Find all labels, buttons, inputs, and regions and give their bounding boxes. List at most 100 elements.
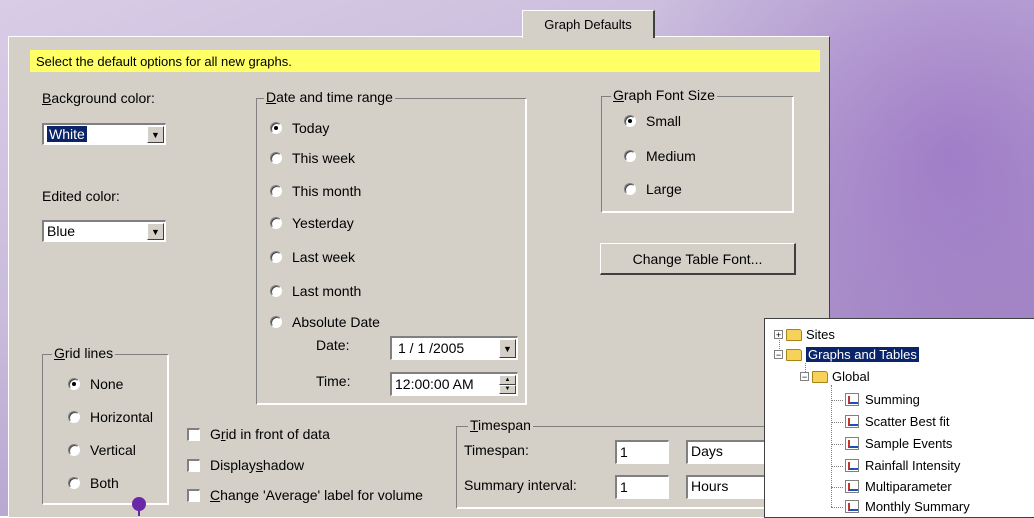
radio-label: Last week xyxy=(292,249,356,265)
instruction-bar: Select the default options for all new g… xyxy=(30,50,820,72)
radio-button-icon[interactable] xyxy=(68,411,80,423)
change-average-label-checkbox[interactable]: Change 'Average' label for volume xyxy=(187,487,423,503)
radio-last-month[interactable]: Last month xyxy=(270,283,361,299)
chevron-down-icon[interactable]: ▼ xyxy=(499,339,516,358)
folder-open-icon xyxy=(786,348,802,361)
graph-icon xyxy=(845,500,859,513)
radio-button-icon[interactable] xyxy=(270,152,282,164)
radio-button-icon[interactable] xyxy=(68,444,80,456)
radio-button-icon[interactable] xyxy=(270,185,282,197)
folder-open-icon xyxy=(812,370,828,383)
radio-label: Absolute Date xyxy=(292,314,380,330)
radio-button-icon[interactable] xyxy=(270,316,282,328)
timespan-label: Timespan: xyxy=(464,442,529,458)
radio-today[interactable]: Today xyxy=(270,120,329,136)
time-label: Time: xyxy=(316,373,351,389)
radio-large[interactable]: Large xyxy=(624,181,682,197)
graph-icon xyxy=(845,459,859,472)
date-value: 1 / 1 /2005 xyxy=(398,340,465,356)
summary-interval-unit-select[interactable]: Hours xyxy=(686,475,776,499)
radio-this-month[interactable]: This month xyxy=(270,183,361,199)
timespan-unit-select[interactable]: Days xyxy=(686,440,776,464)
tree-item-rainfall-intensity[interactable]: Rainfall Intensity xyxy=(845,458,960,473)
collapse-icon[interactable]: − xyxy=(774,350,783,360)
checkbox-icon[interactable] xyxy=(187,488,200,502)
tree-node-global[interactable]: − Global xyxy=(800,369,870,384)
tree-item-label: Rainfall Intensity xyxy=(865,458,961,473)
background-color-mnemonic: B xyxy=(42,90,52,106)
date-range-mnemonic: D xyxy=(266,89,277,105)
radio-label: Today xyxy=(292,120,330,136)
radio-button-icon[interactable] xyxy=(270,251,282,263)
expand-icon[interactable]: + xyxy=(774,330,783,340)
edited-color-value: Blue xyxy=(47,223,76,239)
radio-label: This month xyxy=(292,183,362,199)
graph-icon xyxy=(845,480,859,493)
radio-button-icon[interactable] xyxy=(68,477,80,489)
radio-absolute-date[interactable]: Absolute Date xyxy=(270,314,380,330)
change-table-font-button[interactable]: Change Table Font... xyxy=(600,243,796,275)
checkbox-icon[interactable] xyxy=(187,458,200,472)
summary-interval-label: Summary interval: xyxy=(464,477,577,493)
radio-last-week[interactable]: Last week xyxy=(270,249,355,265)
checkbox-label-pre: G xyxy=(210,426,221,442)
timespan-mnemonic: T xyxy=(470,417,479,433)
date-label: Date: xyxy=(316,337,350,353)
background-color-select[interactable]: White ▼ xyxy=(42,123,166,145)
time-field[interactable]: 12:00:00 AM ▲ ▼ xyxy=(390,372,518,396)
checkbox-label-post: hange 'Average' label for volume xyxy=(220,487,423,503)
radio-button-icon[interactable] xyxy=(270,285,282,297)
checkbox-icon[interactable] xyxy=(187,427,200,441)
radio-button-icon[interactable] xyxy=(624,150,636,162)
tree-item-label: Multiparameter xyxy=(865,479,952,494)
background-color-value: White xyxy=(47,126,87,142)
tree-item-sample-events[interactable]: Sample Events xyxy=(845,436,952,451)
spin-up-icon[interactable]: ▲ xyxy=(499,375,516,385)
chevron-down-icon[interactable]: ▼ xyxy=(147,126,164,143)
tree-item-scatter-best-fit[interactable]: Scatter Best fit xyxy=(845,414,950,429)
time-spinner[interactable]: ▲ ▼ xyxy=(499,375,516,394)
radio-button-icon[interactable] xyxy=(68,378,80,390)
tree-item-multiparameter[interactable]: Multiparameter xyxy=(845,479,952,494)
navigation-tree[interactable]: + Sites − Graphs and Tables − Global Summin… xyxy=(764,318,1034,518)
radio-button-icon[interactable] xyxy=(624,115,636,127)
graph-font-size-legend: Graph Font Size xyxy=(611,87,717,103)
collapse-icon[interactable]: − xyxy=(800,372,809,382)
timespan-legend-text: imespan xyxy=(478,417,531,433)
radio-none[interactable]: None xyxy=(68,376,123,392)
tree-node-label: Global xyxy=(832,369,870,384)
tree-item-monthly-summary[interactable]: Monthly Summary xyxy=(845,499,970,514)
radio-medium[interactable]: Medium xyxy=(624,148,696,164)
chevron-down-icon[interactable]: ▼ xyxy=(147,223,164,240)
graph-icon xyxy=(845,415,859,428)
summary-unit-value: Hours xyxy=(691,478,729,494)
checkbox-mnemonic: C xyxy=(210,487,221,503)
summary-interval-input[interactable]: 1 xyxy=(615,475,669,499)
tree-item-label: Monthly Summary xyxy=(865,499,970,514)
radio-button-icon[interactable] xyxy=(270,217,282,229)
radio-button-icon[interactable] xyxy=(270,122,282,134)
checkbox-label-pre: Display xyxy=(210,457,256,473)
background-color-label: Background color: xyxy=(42,90,155,106)
radio-this-week[interactable]: This week xyxy=(270,150,355,166)
radio-horizontal[interactable]: Horizontal xyxy=(68,409,153,425)
spin-down-icon[interactable]: ▼ xyxy=(499,384,516,394)
display-shadow-checkbox[interactable]: Display s hadow xyxy=(187,457,304,473)
tree-item-summing[interactable]: Summing xyxy=(845,392,920,407)
radio-vertical[interactable]: Vertical xyxy=(68,442,136,458)
radio-label: Small xyxy=(646,113,682,129)
edited-color-select[interactable]: Blue ▼ xyxy=(42,220,166,242)
grid-in-front-checkbox[interactable]: Gr id in front of data xyxy=(187,426,330,442)
radio-label: Yesterday xyxy=(292,215,354,231)
graph-icon xyxy=(845,437,859,450)
radio-yesterday[interactable]: Yesterday xyxy=(270,215,354,231)
radio-button-icon[interactable] xyxy=(624,183,636,195)
tree-node-graphs-and-tables[interactable]: − Graphs and Tables xyxy=(774,347,919,362)
tree-node-sites[interactable]: + Sites xyxy=(774,327,835,342)
absolute-date-picker[interactable]: 1 / 1 /2005 ▼ xyxy=(390,336,518,360)
timespan-unit-value: Days xyxy=(691,443,723,459)
timespan-input[interactable]: 1 xyxy=(615,440,669,464)
radio-small[interactable]: Small xyxy=(624,113,681,129)
tab-graph-defaults[interactable]: Graph Defaults xyxy=(522,10,655,38)
radio-both[interactable]: Both xyxy=(68,475,119,491)
